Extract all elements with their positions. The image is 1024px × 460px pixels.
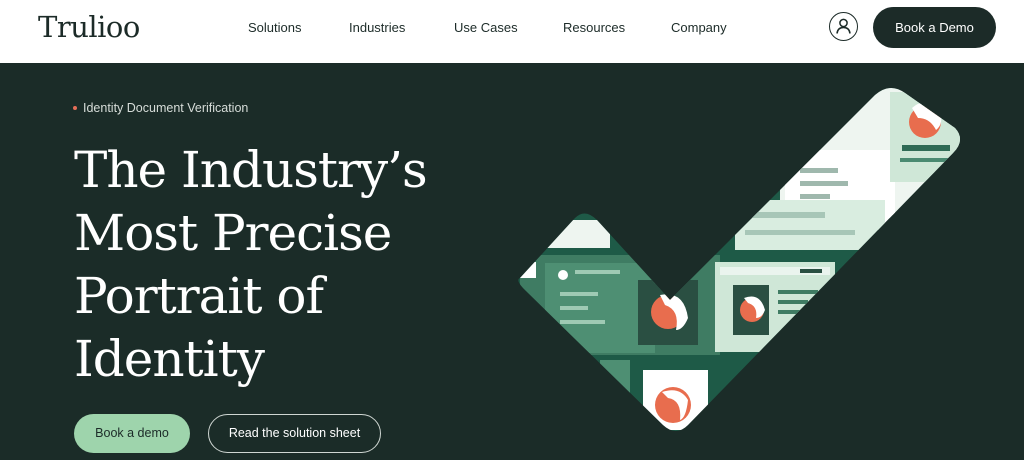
user-icon bbox=[836, 18, 851, 34]
hero-eyebrow: Identity Document Verification bbox=[83, 101, 249, 115]
account-button[interactable] bbox=[829, 12, 858, 41]
read-solution-sheet-button[interactable]: Read the solution sheet bbox=[208, 414, 381, 453]
trulioo-logo[interactable]: Trulioo bbox=[38, 10, 140, 44]
headline-line: Most Precise bbox=[74, 204, 392, 262]
nav-item-company[interactable]: Company bbox=[671, 20, 727, 35]
checkmark-identity-illustration bbox=[518, 87, 961, 431]
nav-item-solutions[interactable]: Solutions bbox=[248, 20, 301, 35]
headline-line: Identity bbox=[74, 330, 265, 388]
headline-line: The Industry’s bbox=[74, 141, 428, 199]
nav-item-industries[interactable]: Industries bbox=[349, 20, 405, 35]
hero-headline: The Industry’s Most Precise Portrait of … bbox=[74, 139, 494, 391]
top-navigation-bar: Trulioo Solutions Industries Use Cases R… bbox=[0, 0, 1024, 63]
headline-line: Portrait of bbox=[74, 267, 324, 325]
nav-item-use-cases[interactable]: Use Cases bbox=[454, 20, 518, 35]
book-a-demo-nav-button[interactable]: Book a Demo bbox=[873, 7, 996, 48]
eyebrow-bullet bbox=[73, 106, 77, 110]
book-a-demo-button[interactable]: Book a demo bbox=[74, 414, 190, 453]
nav-item-resources[interactable]: Resources bbox=[563, 20, 625, 35]
